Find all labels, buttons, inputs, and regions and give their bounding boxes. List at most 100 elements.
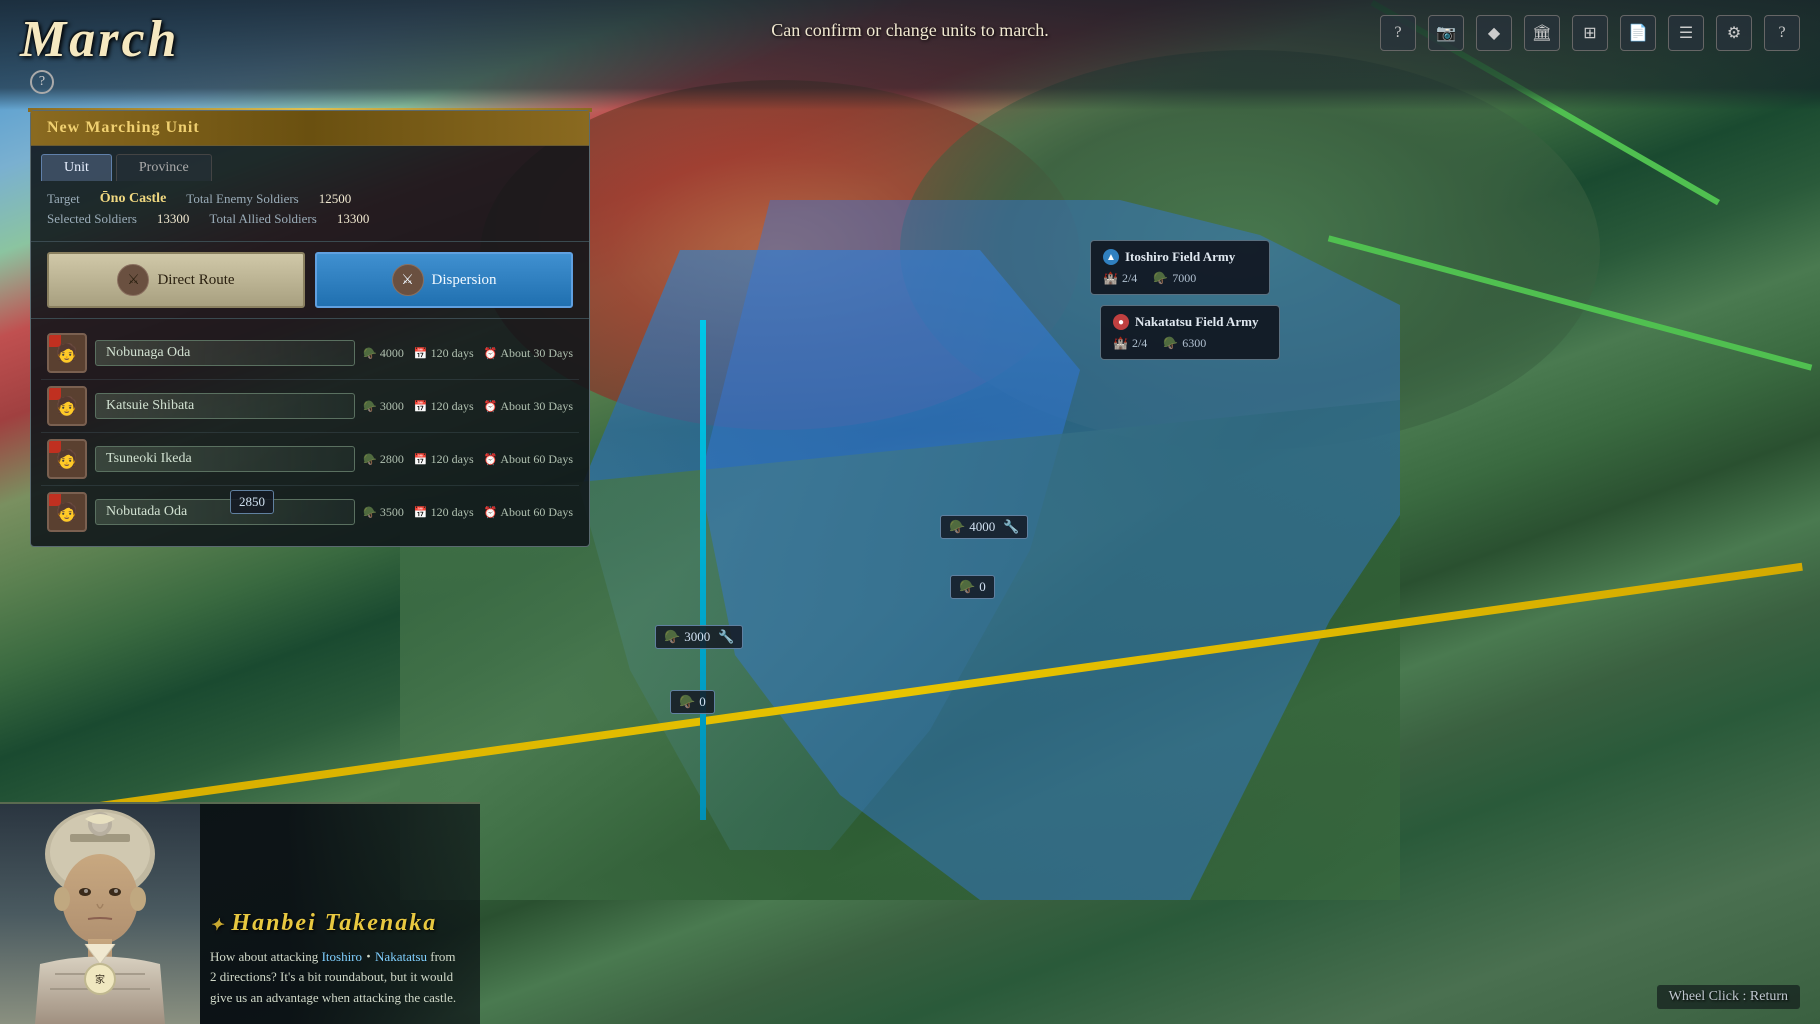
unit-avatar-0: 🧑 [47,333,87,373]
character-info: Hanbei Takenaka How about attacking Itos… [200,895,480,1024]
army-icon-red: ● [1113,314,1129,330]
top-icons: ? 📷 ◆ 🏛 ⊞ 📄 ☰ ⚙ ? [1380,15,1800,51]
calendar-icon-3: 📅 [414,506,428,519]
unit-soldiers-0: 4000 [380,346,404,361]
unit-days1-0: 120 days [431,346,474,361]
unit-days1-1: 120 days [431,399,474,414]
dispersion-label: Dispersion [432,272,497,289]
unit-days2-0: About 30 Days [500,346,573,361]
route-buttons: ⚔ Direct Route ⚔ Dispersion [31,242,589,319]
soldiers-icon-3: 🪖 [363,506,377,519]
map-badge-4000: 🪖 4000 🔧 [940,515,1028,539]
army-icon-blue: ▲ [1103,249,1119,265]
army-name-itoshiro: Itoshiro Field Army [1125,249,1235,265]
unit-row[interactable]: 🧑 Nobunaga Oda 🪖 4000 📅 120 days ⏰ About… [41,327,579,380]
unit-avatar-2: 🧑 [47,439,87,479]
army-icon-tower-2: 🏰 [1113,336,1128,351]
question-icon[interactable]: ? [1764,15,1800,51]
character-name: Hanbei Takenaka [210,910,465,937]
panel-header: New Marching Unit [31,111,589,146]
selected-soldiers-label: Selected Soldiers [47,211,137,227]
army-panel-itoshiro: ▲ Itoshiro Field Army 🏰 2/4 🪖 7000 [1090,240,1270,295]
calendar-icon-1: 📅 [414,400,428,413]
gear-icon[interactable]: ⚙ [1716,15,1752,51]
unit-row[interactable]: 🧑 Katsuie Shibata 🪖 3000 📅 120 days ⏰ Ab… [41,380,579,433]
grid-icon[interactable]: ⊞ [1572,15,1608,51]
unit-avatar-1: 🧑 [47,386,87,426]
diamond-icon[interactable]: ◆ [1476,15,1512,51]
svg-text:家: 家 [95,973,105,986]
soldiers-icon-2: 🪖 [363,453,377,466]
dispersion-button[interactable]: ⚔ Dispersion [315,252,573,308]
enemy-soldiers-value: 12500 [319,191,352,207]
unit-row[interactable]: 🧑 Tsuneoki Ikeda 🪖 2800 📅 120 days ⏰ Abo… [41,433,579,486]
unit-soldiers-2: 2800 [380,452,404,467]
character-portrait-bg: 家 [0,804,200,1024]
character-panel: 家 Hanbei Takenaka How about attacking It… [0,802,480,1024]
tab-province[interactable]: Province [116,154,212,181]
top-bar: March ? Can confirm or change units to m… [0,0,1820,110]
clock-icon-1: ⏰ [484,400,498,413]
selected-soldiers-value: 13300 [157,211,190,227]
unit-name-0: Nobunaga Oda [95,340,355,366]
direct-route-label: Direct Route [157,272,234,289]
unit-list: 🧑 Nobunaga Oda 🪖 4000 📅 120 days ⏰ About… [31,319,589,546]
map-badge-0-1: 🪖 0 [950,575,995,599]
army-header-itoshiro: ▲ Itoshiro Field Army [1103,249,1257,265]
march-panel: New Marching Unit Unit Province Target Ō… [30,110,590,547]
clock-icon-2: ⏰ [484,453,498,466]
unit-days1-3: 120 days [431,505,474,520]
unit-soldiers-1: 3000 [380,399,404,414]
unit-stats-3: 🪖 3500 📅 120 days ⏰ About 60 Days [363,505,573,520]
army-icon-soldiers: 🪖 [1153,271,1168,286]
help-icon[interactable]: ? [1380,15,1416,51]
top-message: Can confirm or change units to march. [771,20,1048,41]
bottom-hint: Wheel Click : Return [1657,985,1800,1009]
camera-icon[interactable]: 📷 [1428,15,1464,51]
unit-stats-0: 🪖 4000 📅 120 days ⏰ About 30 Days [363,346,573,361]
unit-name-3: Nobutada Oda [95,499,355,525]
army-panel-nakatatsu: ● Nakatatsu Field Army 🏰 2/4 🪖 6300 [1100,305,1280,360]
direct-route-avatar: ⚔ [117,264,149,296]
target-label: Target [47,191,80,207]
building-icon[interactable]: 🏛 [1524,15,1560,51]
unit-avatar-3: 🧑 [47,492,87,532]
direct-route-button[interactable]: ⚔ Direct Route [47,252,305,308]
map-badge-0-2: 🪖 0 [670,690,715,714]
page-title: March [20,10,179,69]
tab-bar: Unit Province [31,146,589,181]
document-icon[interactable]: 📄 [1620,15,1656,51]
army-soldiers-itoshiro: 7000 [1172,271,1196,286]
unit-days2-3: About 60 Days [500,505,573,520]
army-header-nakatatsu: ● Nakatatsu Field Army [1113,314,1267,330]
unit-soldiers-3: 3500 [380,505,404,520]
soldiers-icon-0: 🪖 [363,347,377,360]
map-badge-2850: 2850 [230,490,274,514]
map-badge-3000: 🪖 3000 🔧 [655,625,743,649]
calendar-icon-2: 📅 [414,453,428,466]
unit-days1-2: 120 days [431,452,474,467]
unit-name-2: Tsuneoki Ikeda [95,446,355,472]
army-icon-tower: 🏰 [1103,271,1118,286]
character-portrait: 家 [0,804,200,1024]
list-icon[interactable]: ☰ [1668,15,1704,51]
unit-stats-1: 🪖 3000 📅 120 days ⏰ About 30 Days [363,399,573,414]
unit-days2-1: About 30 Days [500,399,573,414]
highlight-nakatatsu: Nakatatsu [375,949,427,964]
unit-row[interactable]: 🧑 Nobutada Oda 🪖 3500 📅 120 days ⏰ About… [41,486,579,538]
enemy-soldiers-label: Total Enemy Soldiers [186,191,298,207]
allied-soldiers-value: 13300 [337,211,370,227]
target-info: Target Ōno Castle Total Enemy Soldiers 1… [31,181,589,242]
panel-header-text: New Marching Unit [47,119,200,136]
allied-soldiers-label: Total Allied Soldiers [209,211,316,227]
tab-unit[interactable]: Unit [41,154,112,181]
soldiers-icon-1: 🪖 [363,400,377,413]
character-speech: How about attacking Itoshiro・Nakatatsu f… [210,947,465,1009]
target-castle: Ōno Castle [100,191,167,207]
army-icon-soldiers-2: 🪖 [1163,336,1178,351]
unit-days2-2: About 60 Days [500,452,573,467]
army-ratio-itoshiro: 2/4 [1122,271,1137,286]
clock-icon-0: ⏰ [484,347,498,360]
help-button[interactable]: ? [30,70,54,94]
army-name-nakatatsu: Nakatatsu Field Army [1135,314,1259,330]
